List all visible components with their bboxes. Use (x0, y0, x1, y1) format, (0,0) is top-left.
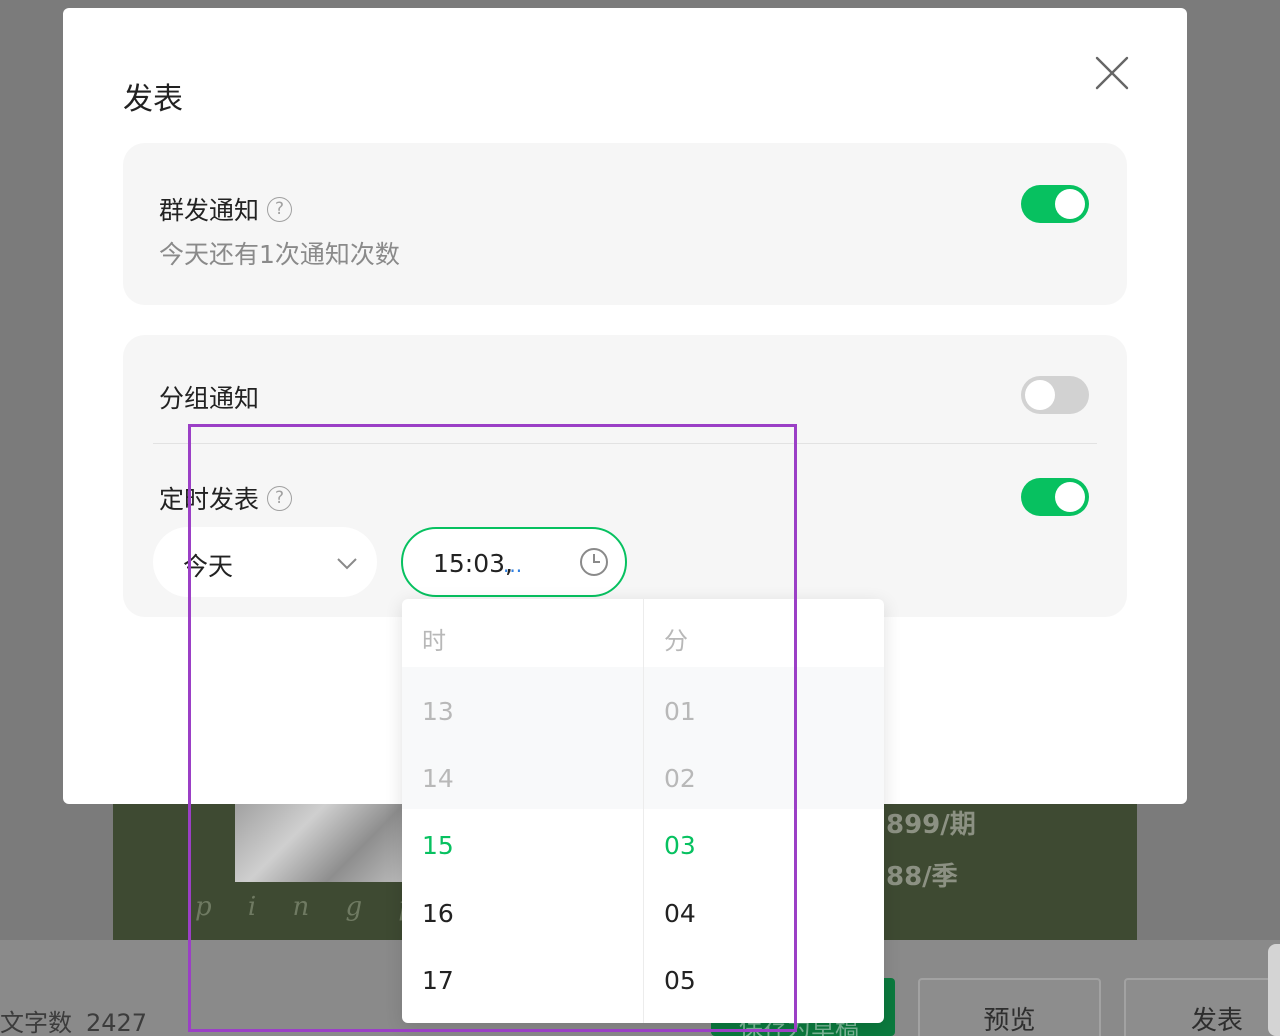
minute-option-01[interactable]: 01 (664, 697, 696, 726)
minute-option-03[interactable]: 03 (664, 831, 696, 860)
time-picker-dropdown: 时 13 14 15 16 17 分 01 02 03 04 05 (402, 599, 884, 1023)
schedule-card: 分组通知 定时发表 ? 今天 15:03, ... (123, 335, 1127, 617)
help-icon[interactable]: ? (267, 485, 293, 511)
background-price-2: 88/季 (886, 862, 958, 892)
hour-column[interactable]: 时 13 14 15 16 17 (402, 599, 643, 1023)
notify-remaining-text: 今天还有1次通知次数 (159, 240, 400, 269)
typing-dots: ... (503, 553, 523, 577)
mass-notify-card: 群发通知 ? 今天还有1次通知次数 (123, 143, 1127, 305)
minute-header: 分 (664, 627, 688, 655)
hour-option-17[interactable]: 17 (422, 966, 454, 995)
divider (153, 443, 1097, 444)
close-icon (1095, 56, 1129, 90)
minute-option-02[interactable]: 02 (664, 764, 696, 793)
time-input-value: 15:03, (433, 549, 513, 578)
hour-header: 时 (422, 627, 446, 655)
scheduled-publish-row: 定时发表 ? (159, 480, 293, 516)
hour-option-14[interactable]: 14 (422, 764, 454, 793)
help-icon[interactable]: ? (267, 196, 293, 222)
group-notify-label: 分组通知 (159, 384, 260, 413)
background-price-1: 899/期 (886, 810, 976, 840)
date-select-value: 今天 (183, 552, 234, 581)
scheduled-publish-toggle[interactable] (1021, 478, 1089, 516)
minute-column[interactable]: 分 01 02 03 04 05 (643, 599, 884, 1023)
mass-notify-row: 群发通知 ? (159, 191, 293, 227)
minute-option-05[interactable]: 05 (664, 966, 696, 995)
hour-option-13[interactable]: 13 (422, 697, 454, 726)
toggle-knob (1055, 189, 1085, 219)
time-input[interactable]: 15:03, ... (401, 527, 627, 597)
word-count-label: 文字数 (0, 1009, 72, 1036)
mass-notify-label: 群发通知 (159, 196, 260, 225)
time-value: 15:03 (433, 549, 506, 578)
word-count-value: 2427 (86, 1009, 148, 1036)
hour-option-15[interactable]: 15 (422, 831, 454, 860)
group-notify-toggle[interactable] (1021, 376, 1089, 414)
mass-notify-toggle[interactable] (1021, 185, 1089, 223)
hour-option-16[interactable]: 16 (422, 899, 454, 928)
date-select[interactable]: 今天 (153, 527, 377, 597)
preview-button[interactable]: 预览 (918, 978, 1101, 1036)
publish-button-bg[interactable]: 发表 (1124, 978, 1280, 1036)
dialog-title: 发表 (123, 82, 183, 117)
clock-icon (580, 548, 608, 576)
group-notify-row: 分组通知 (159, 379, 259, 415)
chevron-down-icon (337, 558, 357, 570)
toggle-knob (1055, 482, 1085, 512)
scrollbar[interactable] (1268, 944, 1280, 1036)
minute-option-04[interactable]: 04 (664, 899, 696, 928)
word-count: 文字数 2427 (0, 1003, 147, 1036)
close-button[interactable] (1093, 54, 1131, 92)
toggle-knob (1025, 380, 1055, 410)
scheduled-publish-label: 定时发表 (159, 485, 260, 514)
background-script-text: p i n g p (195, 892, 430, 922)
